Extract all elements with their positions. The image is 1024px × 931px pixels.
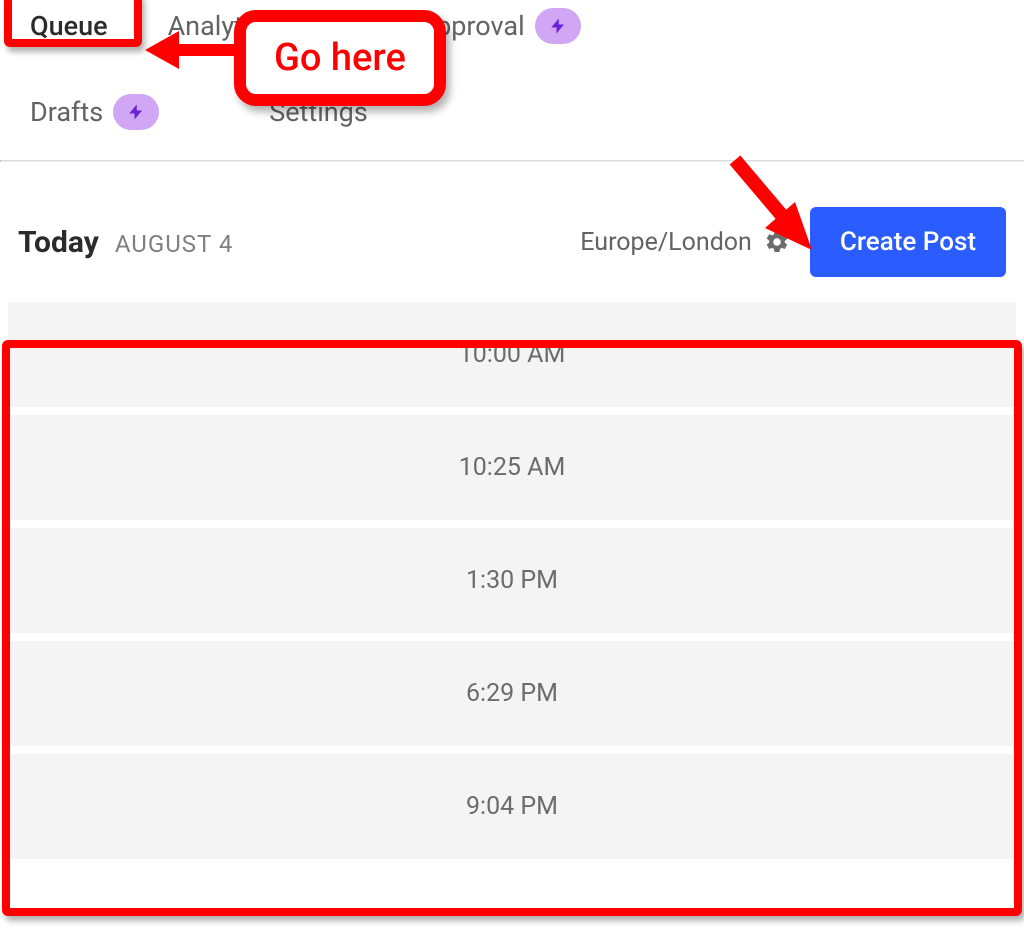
bolt-badge xyxy=(535,8,581,44)
timezone-label: Europe/London xyxy=(580,228,752,257)
tabs-row-1: Queue Analytics Awaiting Approval xyxy=(0,0,1024,44)
tab-awaiting-approval-label: Awaiting Approval xyxy=(308,10,525,42)
tab-queue[interactable]: Queue xyxy=(30,10,108,42)
tabs-row-2: Drafts Settings xyxy=(0,44,1024,160)
create-post-button[interactable]: Create Post xyxy=(810,207,1006,277)
today-label: Today xyxy=(18,225,99,260)
queue-slots: 10:00 AM 10:25 AM 1:30 PM 6:29 PM 9:04 P… xyxy=(0,302,1024,859)
queue-slot[interactable]: 1:30 PM xyxy=(8,528,1016,633)
tab-settings[interactable]: Settings xyxy=(269,96,368,128)
bolt-icon xyxy=(549,14,567,38)
date-label: AUGUST 4 xyxy=(115,230,233,258)
queue-slot[interactable]: 10:25 AM xyxy=(8,415,1016,520)
queue-slot[interactable]: 6:29 PM xyxy=(8,641,1016,746)
timezone-group[interactable]: Europe/London xyxy=(580,228,790,257)
bolt-icon xyxy=(127,100,145,124)
tab-analytics[interactable]: Analytics xyxy=(168,10,278,42)
queue-slot[interactable]: 10:00 AM xyxy=(8,302,1016,407)
queue-slot[interactable]: 9:04 PM xyxy=(8,754,1016,859)
bolt-badge-drafts xyxy=(113,94,159,130)
header-row: Today AUGUST 4 Europe/London Create Post xyxy=(0,162,1024,302)
date-group: Today AUGUST 4 xyxy=(18,225,233,260)
tab-awaiting-approval[interactable]: Awaiting Approval xyxy=(308,8,581,44)
tab-drafts-label: Drafts xyxy=(30,96,103,128)
tab-drafts[interactable]: Drafts xyxy=(30,94,159,130)
gear-icon[interactable] xyxy=(764,229,790,255)
